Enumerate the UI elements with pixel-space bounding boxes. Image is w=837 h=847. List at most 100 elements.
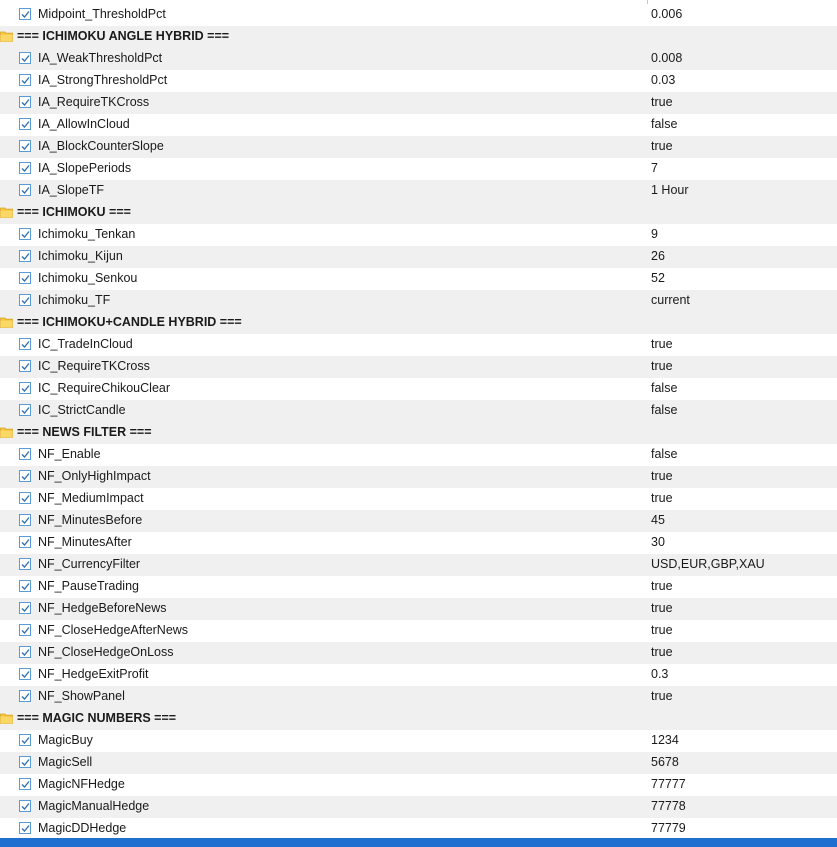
parameter-value[interactable]: 77779 — [651, 821, 686, 835]
checkbox-icon[interactable] — [19, 118, 31, 130]
parameter-row[interactable]: IA_AllowInCloud false — [0, 114, 837, 136]
checkbox-icon[interactable] — [19, 602, 31, 614]
parameter-row[interactable]: MagicBuy 1234 — [0, 730, 837, 752]
parameter-value[interactable]: true — [651, 139, 673, 153]
parameter-value[interactable]: true — [651, 579, 673, 593]
parameter-value[interactable]: 0.008 — [651, 51, 682, 65]
parameter-row[interactable]: MagicManualHedge 77778 — [0, 796, 837, 818]
checkbox-icon[interactable] — [19, 756, 31, 768]
checkbox-icon[interactable] — [19, 52, 31, 64]
parameter-row[interactable]: NF_CurrencyFilter USD,EUR,GBP,XAU — [0, 554, 837, 576]
checkbox-icon[interactable] — [19, 822, 31, 834]
group-header[interactable]: === ICHIMOKU === — [0, 202, 837, 224]
parameter-row[interactable]: IC_RequireChikouClear false — [0, 378, 837, 400]
parameter-value[interactable]: false — [651, 403, 677, 417]
checkbox-icon[interactable] — [19, 470, 31, 482]
parameter-value[interactable]: 7 — [651, 161, 658, 175]
checkbox-icon[interactable] — [19, 778, 31, 790]
parameter-value[interactable]: 0.006 — [651, 7, 682, 21]
group-header[interactable]: === ICHIMOKU+CANDLE HYBRID === — [0, 312, 837, 334]
group-header[interactable]: === NEWS FILTER === — [0, 422, 837, 444]
checkbox-icon[interactable] — [19, 580, 31, 592]
parameter-value[interactable]: 0.3 — [651, 667, 668, 681]
parameter-value[interactable]: false — [651, 447, 677, 461]
group-header[interactable]: === MAGIC NUMBERS === — [0, 708, 837, 730]
parameter-row[interactable]: MagicSell 5678 — [0, 752, 837, 774]
parameter-value[interactable]: 77778 — [651, 799, 686, 813]
checkbox-icon[interactable] — [19, 96, 31, 108]
parameter-row[interactable]: IA_SlopeTF 1 Hour — [0, 180, 837, 202]
checkbox-icon[interactable] — [19, 294, 31, 306]
checkbox-icon[interactable] — [19, 404, 31, 416]
parameter-row[interactable]: NF_HedgeBeforeNews true — [0, 598, 837, 620]
parameter-row[interactable]: Ichimoku_Kijun 26 — [0, 246, 837, 268]
checkbox-icon[interactable] — [19, 184, 31, 196]
parameter-value[interactable]: 9 — [651, 227, 658, 241]
checkbox-icon[interactable] — [19, 74, 31, 86]
parameter-value[interactable]: 1 Hour — [651, 183, 689, 197]
checkbox-icon[interactable] — [19, 690, 31, 702]
parameter-row[interactable]: IA_WeakThresholdPct 0.008 — [0, 48, 837, 70]
checkbox-icon[interactable] — [19, 514, 31, 526]
parameter-value[interactable]: USD,EUR,GBP,XAU — [651, 557, 765, 571]
parameter-value[interactable]: true — [651, 491, 673, 505]
group-header[interactable]: === ICHIMOKU ANGLE HYBRID === — [0, 26, 837, 48]
parameter-value[interactable]: true — [651, 601, 673, 615]
parameter-row[interactable]: IA_BlockCounterSlope true — [0, 136, 837, 158]
checkbox-icon[interactable] — [19, 338, 31, 350]
parameter-value[interactable]: true — [651, 359, 673, 373]
checkbox-icon[interactable] — [19, 800, 31, 812]
checkbox-icon[interactable] — [19, 228, 31, 240]
checkbox-icon[interactable] — [19, 272, 31, 284]
parameter-row[interactable]: NF_ShowPanel true — [0, 686, 837, 708]
parameter-row[interactable]: NF_MinutesAfter 30 — [0, 532, 837, 554]
parameter-row[interactable]: IC_RequireTKCross true — [0, 356, 837, 378]
parameter-value[interactable]: 77777 — [651, 777, 686, 791]
parameter-row[interactable]: Ichimoku_Tenkan 9 — [0, 224, 837, 246]
checkbox-icon[interactable] — [19, 448, 31, 460]
parameter-value[interactable]: 5678 — [651, 755, 679, 769]
parameter-row[interactable]: NF_CloseHedgeAfterNews true — [0, 620, 837, 642]
checkbox-icon[interactable] — [19, 492, 31, 504]
parameter-value[interactable]: 45 — [651, 513, 665, 527]
checkbox-icon[interactable] — [19, 624, 31, 636]
parameter-row[interactable]: NF_OnlyHighImpact true — [0, 466, 837, 488]
parameter-value[interactable]: true — [651, 337, 673, 351]
checkbox-icon[interactable] — [19, 360, 31, 372]
parameter-row[interactable]: NF_Enable false — [0, 444, 837, 466]
parameter-value[interactable]: false — [651, 381, 677, 395]
parameter-value[interactable]: true — [651, 623, 673, 637]
parameter-value[interactable]: true — [651, 95, 673, 109]
parameter-row[interactable]: Ichimoku_TF current — [0, 290, 837, 312]
parameter-value[interactable]: true — [651, 645, 673, 659]
parameter-row[interactable]: IA_SlopePeriods 7 — [0, 158, 837, 180]
checkbox-icon[interactable] — [19, 536, 31, 548]
parameter-row[interactable]: NF_MediumImpact true — [0, 488, 837, 510]
parameter-row[interactable]: NF_MinutesBefore 45 — [0, 510, 837, 532]
checkbox-icon[interactable] — [19, 558, 31, 570]
parameter-row[interactable]: MagicDDHedge 77779 — [0, 818, 837, 840]
parameter-value[interactable]: 30 — [651, 535, 665, 549]
parameter-value[interactable]: true — [651, 689, 673, 703]
checkbox-icon[interactable] — [19, 250, 31, 262]
parameter-value[interactable]: 26 — [651, 249, 665, 263]
checkbox-icon[interactable] — [19, 382, 31, 394]
checkbox-icon[interactable] — [19, 734, 31, 746]
parameter-row[interactable]: IA_RequireTKCross true — [0, 92, 837, 114]
checkbox-icon[interactable] — [19, 8, 31, 20]
parameter-row[interactable]: MagicNFHedge 77777 — [0, 774, 837, 796]
checkbox-icon[interactable] — [19, 162, 31, 174]
parameter-row[interactable]: NF_HedgeExitProfit 0.3 — [0, 664, 837, 686]
parameter-value[interactable]: current — [651, 293, 690, 307]
parameter-value[interactable]: 0.03 — [651, 73, 675, 87]
checkbox-icon[interactable] — [19, 668, 31, 680]
parameter-value[interactable]: true — [651, 469, 673, 483]
checkbox-icon[interactable] — [19, 646, 31, 658]
parameter-row[interactable]: Ichimoku_Senkou 52 — [0, 268, 837, 290]
parameter-row[interactable]: Midpoint_ThresholdPct 0.006 — [0, 4, 837, 26]
parameter-row[interactable]: IA_StrongThresholdPct 0.03 — [0, 70, 837, 92]
parameter-value[interactable]: false — [651, 117, 677, 131]
checkbox-icon[interactable] — [19, 140, 31, 152]
parameter-value[interactable]: 52 — [651, 271, 665, 285]
parameter-value[interactable]: 1234 — [651, 733, 679, 747]
